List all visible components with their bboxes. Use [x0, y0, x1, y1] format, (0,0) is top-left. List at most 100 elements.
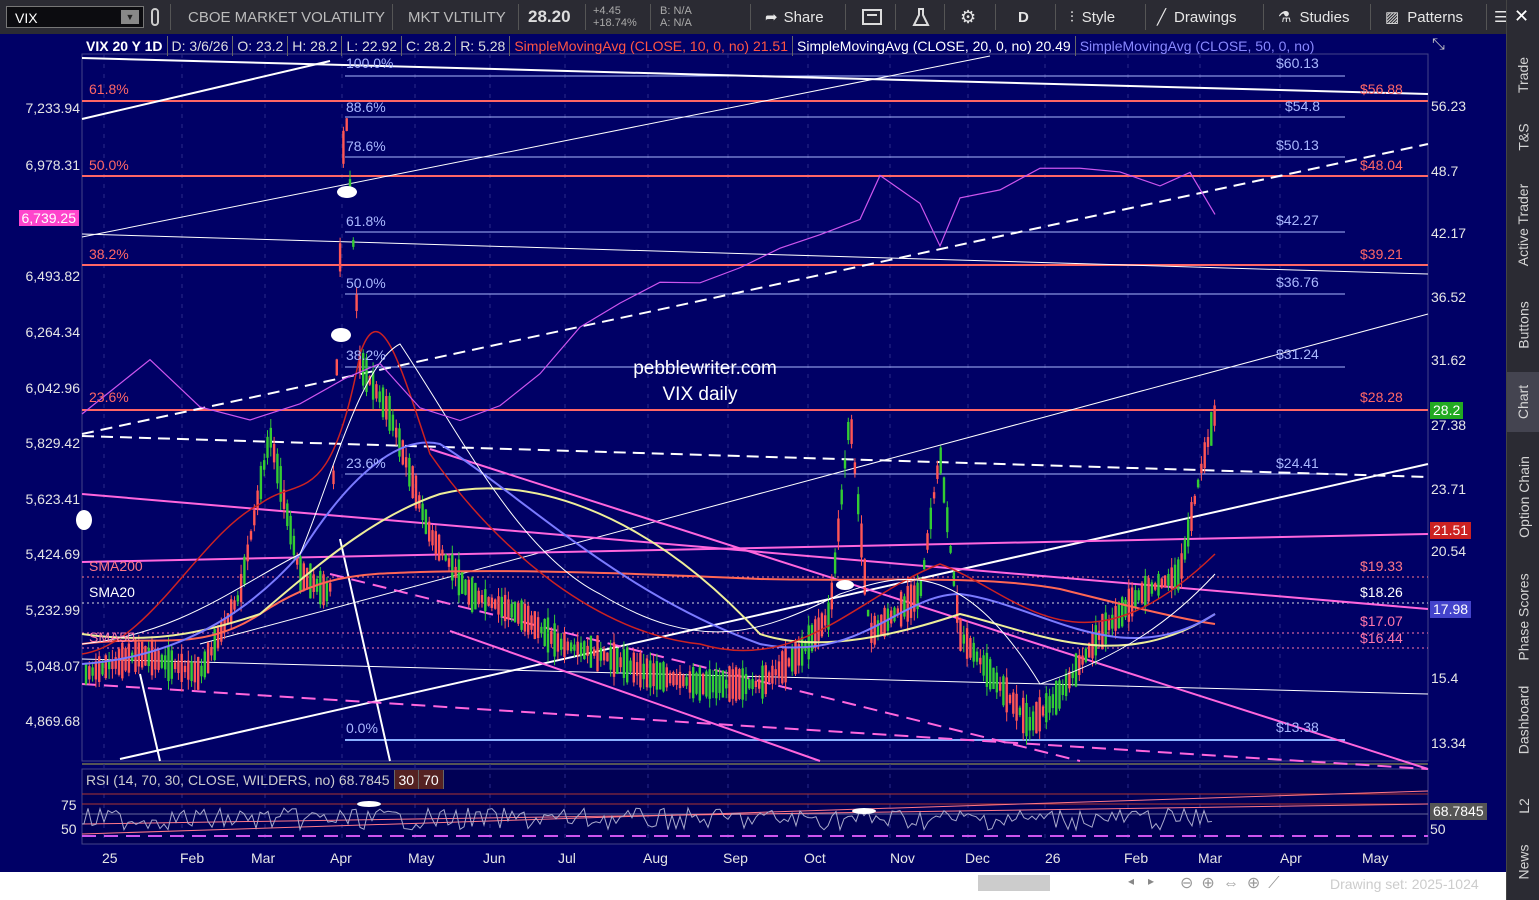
gear-icon[interactable]: ⚙: [960, 0, 976, 34]
rsi-label[interactable]: RSI (14, 70, 30, CLOSE, WILDERS, no) 68.…: [82, 770, 395, 789]
scrollbar-thumb[interactable]: [978, 875, 1050, 891]
right-axis-tick: 23.71: [1431, 481, 1467, 497]
fib-pct-0: 0.0%: [346, 720, 378, 736]
candle-body: [662, 661, 665, 692]
month-label: Dec: [965, 850, 990, 866]
fib-val-382: $31.24: [1276, 346, 1319, 362]
candle-body: [1210, 411, 1213, 446]
link-icon[interactable]: [150, 0, 162, 34]
rsi-tick-50: 50: [61, 821, 77, 837]
candle-body: [94, 661, 98, 680]
candle-body: [774, 669, 777, 676]
fib-val-886: $54.8: [1285, 98, 1320, 114]
sma20-value: 20.49: [1035, 38, 1071, 54]
pan-icon[interactable]: ⇔: [1223, 875, 1247, 892]
candle-body: [1008, 694, 1012, 704]
candle-body: [622, 649, 626, 678]
month-label: Sep: [723, 850, 748, 866]
candle-body: [461, 570, 464, 594]
fib-pct-100: 100.0%: [346, 55, 393, 71]
patterns-button[interactable]: ▨ Patterns: [1385, 0, 1463, 34]
candle-body: [470, 577, 474, 613]
drawings-button[interactable]: ╱ Drawings: [1157, 0, 1237, 34]
studies-button[interactable]: ⚗ Studies: [1278, 0, 1350, 34]
chart-settings-icon[interactable]: [862, 0, 882, 34]
symbol-dropdown-icon[interactable]: ▼: [121, 10, 139, 24]
candle-body: [256, 490, 259, 510]
candle-body: [692, 667, 695, 699]
candle-body: [602, 650, 606, 661]
candle-body: [236, 595, 239, 602]
side-tab-dashboard[interactable]: Dashboard: [1507, 675, 1539, 765]
aggregation-period-button[interactable]: D: [1018, 0, 1029, 34]
level-1826: $18.26: [1360, 584, 1403, 600]
zoom-tools[interactable]: ⊖⊕⇔⊕⟋: [1180, 873, 1287, 893]
candle-body: [949, 545, 952, 553]
candle-body: [474, 582, 477, 610]
candle-body: [319, 570, 322, 605]
candle-body: [913, 585, 916, 612]
side-tab-label: Buttons: [1515, 301, 1532, 349]
candle-body: [1150, 582, 1154, 594]
share-button[interactable]: ➦ Share: [765, 0, 824, 34]
candle-body: [1203, 442, 1206, 469]
scroll-right-icon[interactable]: ▸: [1148, 874, 1154, 888]
zoom-out-icon[interactable]: ⊖: [1180, 875, 1201, 892]
candle-body: [721, 670, 725, 698]
candle-body: [398, 428, 401, 457]
header-date: D: 3/6/26: [168, 36, 234, 56]
side-tab-trade[interactable]: Trade: [1507, 40, 1539, 110]
candle-body: [1028, 716, 1031, 731]
candle-body: [517, 602, 520, 624]
flask-icon[interactable]: [912, 0, 930, 34]
fib-val-100: $60.13: [1276, 55, 1319, 71]
candle-body: [428, 521, 431, 542]
candle-body: [1187, 519, 1190, 547]
candle-body: [1041, 706, 1045, 716]
candle-body: [206, 642, 210, 674]
candle-body: [824, 615, 827, 626]
header-close: C: 28.2: [402, 36, 457, 56]
candle-body: [1055, 681, 1058, 715]
side-tab-label: T&S: [1515, 123, 1532, 151]
zoom-in-icon[interactable]: ⊕: [1201, 875, 1222, 892]
symbol-input[interactable]: VIX ▼: [6, 6, 144, 28]
chart-canvas[interactable]: pebblewriter.com VIX daily 100.0% 88.6% …: [0, 34, 1506, 872]
sma10-study[interactable]: SimpleMovingAvg (CLOSE, 10, 0, no) 21.51: [510, 36, 794, 56]
candle-body: [381, 387, 385, 418]
candle-body: [995, 672, 998, 693]
month-label: Jul: [558, 850, 576, 866]
candle-body: [527, 605, 530, 635]
candle-body: [160, 654, 164, 668]
candle-body: [424, 509, 428, 534]
side-tab-option-chain[interactable]: Option Chain: [1507, 442, 1539, 552]
sma50-study[interactable]: SimpleMovingAvg (CLOSE, 50, 0, no): [1076, 36, 1337, 56]
side-tab-bar: ✕ Trade T&S Active Trader Buttons Chart Optio…: [1506, 0, 1539, 900]
top-toolbar: VIX ▼ CBOE MARKET VOLATILITY MKT VLTILIT…: [0, 0, 1507, 35]
candle-body: [583, 641, 586, 660]
candle-body: [546, 617, 550, 653]
style-button[interactable]: ⫶ Style: [1070, 0, 1115, 34]
candle-body: [104, 655, 107, 679]
right-axis-tick: 15.4: [1431, 670, 1459, 686]
candle-body: [1167, 574, 1170, 586]
side-tab-t-s[interactable]: T&S: [1507, 112, 1539, 162]
side-tab-buttons[interactable]: Buttons: [1507, 285, 1539, 365]
side-tab-news[interactable]: News: [1507, 837, 1539, 887]
draw-icon[interactable]: ⟋: [1268, 875, 1287, 892]
candle-body: [107, 661, 111, 670]
side-tab-phase-scores[interactable]: Phase Scores: [1507, 562, 1539, 672]
bottom-bar: ◂ ▸ ⊖⊕⇔⊕⟋ Drawing set: 2025-1024: [0, 872, 1506, 900]
candle-body: [576, 641, 579, 656]
sma20-study[interactable]: SimpleMovingAvg (CLOSE, 20, 0, no) 20.49: [793, 36, 1076, 56]
side-tab-active-trader[interactable]: Active Trader: [1507, 170, 1539, 280]
side-tab-chart[interactable]: Chart: [1507, 372, 1539, 432]
close-icon[interactable]: ✕: [1514, 6, 1534, 26]
scroll-left-icon[interactable]: ◂: [1128, 874, 1134, 888]
collapse-icon[interactable]: ⤡: [1432, 36, 1445, 54]
candle-body: [1078, 655, 1081, 676]
crosshair-icon[interactable]: ⊕: [1247, 875, 1268, 892]
side-tab-l2[interactable]: L2: [1507, 786, 1539, 826]
candle-body: [187, 660, 190, 680]
candle-body: [635, 662, 639, 676]
